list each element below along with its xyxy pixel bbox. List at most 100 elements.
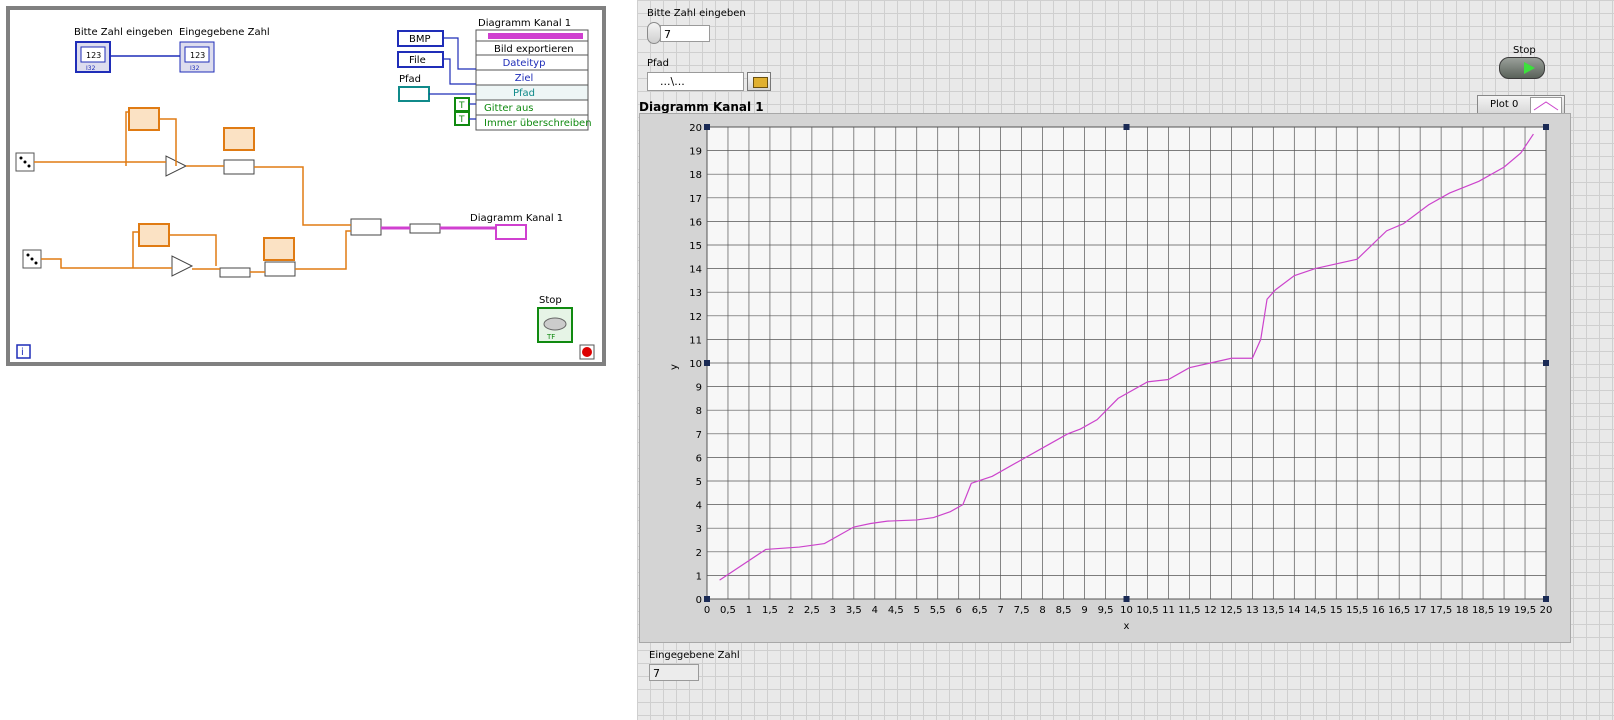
enum-constant-file[interactable]: File [397, 51, 444, 68]
x-tick-label: 8 [1039, 605, 1045, 616]
invoke-node[interactable]: Diagramm Kanal 1 Bild exportieren Dateit… [475, 18, 592, 131]
x-tick-label: 9 [1081, 605, 1087, 616]
stop-terminal-label: Stop [539, 295, 562, 306]
legend-plot-icon [1530, 97, 1562, 114]
x-tick-label: 2,5 [804, 605, 820, 616]
browse-button[interactable] [747, 72, 771, 91]
chart-handle [704, 124, 710, 130]
x-tick-label: 18,5 [1472, 605, 1494, 616]
enum-constant-bmp[interactable]: BMP [397, 30, 444, 47]
output-terminal-label: Eingegebene Zahl [179, 27, 270, 38]
numeric-icon: 123 [190, 51, 205, 60]
shift-register-node[interactable] [128, 107, 160, 131]
number-input[interactable]: 7 [660, 25, 710, 42]
x-tick-label: 16 [1372, 605, 1385, 616]
x-tick-label: 11 [1162, 605, 1175, 616]
y-tick-label: 15 [689, 241, 702, 252]
x-tick-label: 12,5 [1220, 605, 1242, 616]
x-tick-label: 19 [1498, 605, 1511, 616]
y-tick-label: 14 [689, 265, 702, 276]
x-tick-label: 0,5 [720, 605, 736, 616]
chart-indicator-terminal[interactable] [495, 224, 527, 240]
x-tick-label: 8,5 [1056, 605, 1072, 616]
plot-legend[interactable]: Plot 0 [1477, 95, 1565, 114]
path-label: Pfad [647, 58, 670, 69]
x-tick-label: 12 [1204, 605, 1217, 616]
y-tick-label: 10 [689, 359, 702, 370]
numeric-control-terminal[interactable]: 123 I32 [75, 41, 111, 73]
x-tick-label: 18 [1456, 605, 1469, 616]
y-tick-label: 0 [696, 595, 702, 606]
x-tick-label: 2 [788, 605, 794, 616]
path-terminal-label: Pfad [399, 74, 421, 85]
y-tick-label: 1 [696, 571, 702, 582]
svg-text:i: i [21, 347, 24, 358]
x-tick-label: 11,5 [1178, 605, 1200, 616]
shift-register-node[interactable] [138, 223, 170, 247]
chart-handle [1543, 596, 1549, 602]
front-panel: Bitte Zahl eingeben 7 Pfad ...\... Stop … [637, 0, 1614, 720]
x-tick-label: 14,5 [1304, 605, 1326, 616]
build-array-node[interactable] [223, 159, 255, 175]
dice-icon[interactable] [22, 249, 42, 269]
x-tick-label: 10 [1120, 605, 1133, 616]
svg-text:T: T [458, 101, 465, 111]
x-tick-label: 5,5 [930, 605, 946, 616]
x-tick-label: 4 [872, 605, 878, 616]
x-tick-label: 15 [1330, 605, 1343, 616]
chart-handle [1123, 124, 1130, 130]
svg-text:BMP: BMP [409, 34, 431, 45]
y-tick-label: 13 [689, 288, 702, 299]
numeric-indicator-terminal[interactable]: 123 I32 [179, 41, 215, 73]
shift-register-node[interactable] [223, 127, 255, 151]
input-label: Bitte Zahl eingeben [647, 8, 746, 19]
x-tick-label: 13,5 [1262, 605, 1284, 616]
chart-frame: 0 0,5 1 1,5 2 2,5 3 3,5 4 4,5 5 5,5 6 6,5 7 7,5 8 8,5 9 9,5… [639, 113, 1571, 643]
x-tick-label: 6 [956, 605, 962, 616]
x-tick-label: 9,5 [1098, 605, 1114, 616]
folder-icon [753, 77, 768, 88]
stop-button-terminal[interactable]: TF [537, 307, 573, 343]
increment-stepper[interactable] [647, 22, 661, 44]
y-tick-label: 18 [689, 170, 702, 181]
invoke-param-label: Dateityp [503, 58, 546, 69]
invoke-method-label: Bild exportieren [494, 44, 574, 55]
x-tick-label: 3,5 [846, 605, 862, 616]
x-tick-label: 7,5 [1014, 605, 1030, 616]
orange-wires [34, 111, 351, 273]
chart-handle [1123, 596, 1130, 602]
invoke-node-title: Diagramm Kanal 1 [478, 18, 571, 29]
bundle-node[interactable] [350, 218, 382, 236]
chart-plot-area[interactable]: 0 0,5 1 1,5 2 2,5 3 3,5 4 4,5 5 5,5 6 6,5 7 7,5 8 8,5 9 9,5… [640, 114, 1572, 644]
invoke-param-label: Ziel [515, 73, 534, 84]
x-tick-label: 14 [1288, 605, 1301, 616]
y-tick-label: 8 [696, 406, 702, 417]
y-tick-label: 5 [696, 477, 702, 488]
path-control-terminal[interactable] [398, 86, 430, 102]
x-tick-label: 17,5 [1430, 605, 1452, 616]
y-tick-label: 3 [696, 524, 702, 535]
chart-title: Diagramm Kanal 1 [639, 100, 764, 114]
shift-register-node[interactable] [263, 237, 295, 261]
conversion-node[interactable] [219, 267, 251, 278]
y-tick-label: 9 [696, 383, 702, 394]
dice-icon[interactable] [15, 152, 35, 172]
x-tick-label: 13 [1246, 605, 1259, 616]
path-input[interactable]: ...\... [647, 72, 744, 91]
stop-label: Stop [1513, 45, 1536, 56]
y-tick-label: 17 [689, 194, 702, 205]
chart-handle [704, 596, 710, 602]
y-tick-label: 19 [689, 147, 702, 158]
add-node[interactable] [171, 255, 194, 277]
y-tick-label: 7 [696, 430, 702, 441]
conversion-node[interactable] [409, 223, 441, 234]
stop-button[interactable] [1499, 57, 1545, 79]
svg-text:File: File [409, 55, 426, 66]
x-tick-label: 19,5 [1514, 605, 1536, 616]
invoke-param-label: Pfad [513, 88, 535, 99]
x-tick-label: 10,5 [1136, 605, 1158, 616]
x-tick-label: 1,5 [762, 605, 778, 616]
build-array-node[interactable] [264, 261, 296, 277]
y-axis-label: y [669, 364, 680, 370]
legend-label: Plot 0 [1490, 99, 1519, 110]
